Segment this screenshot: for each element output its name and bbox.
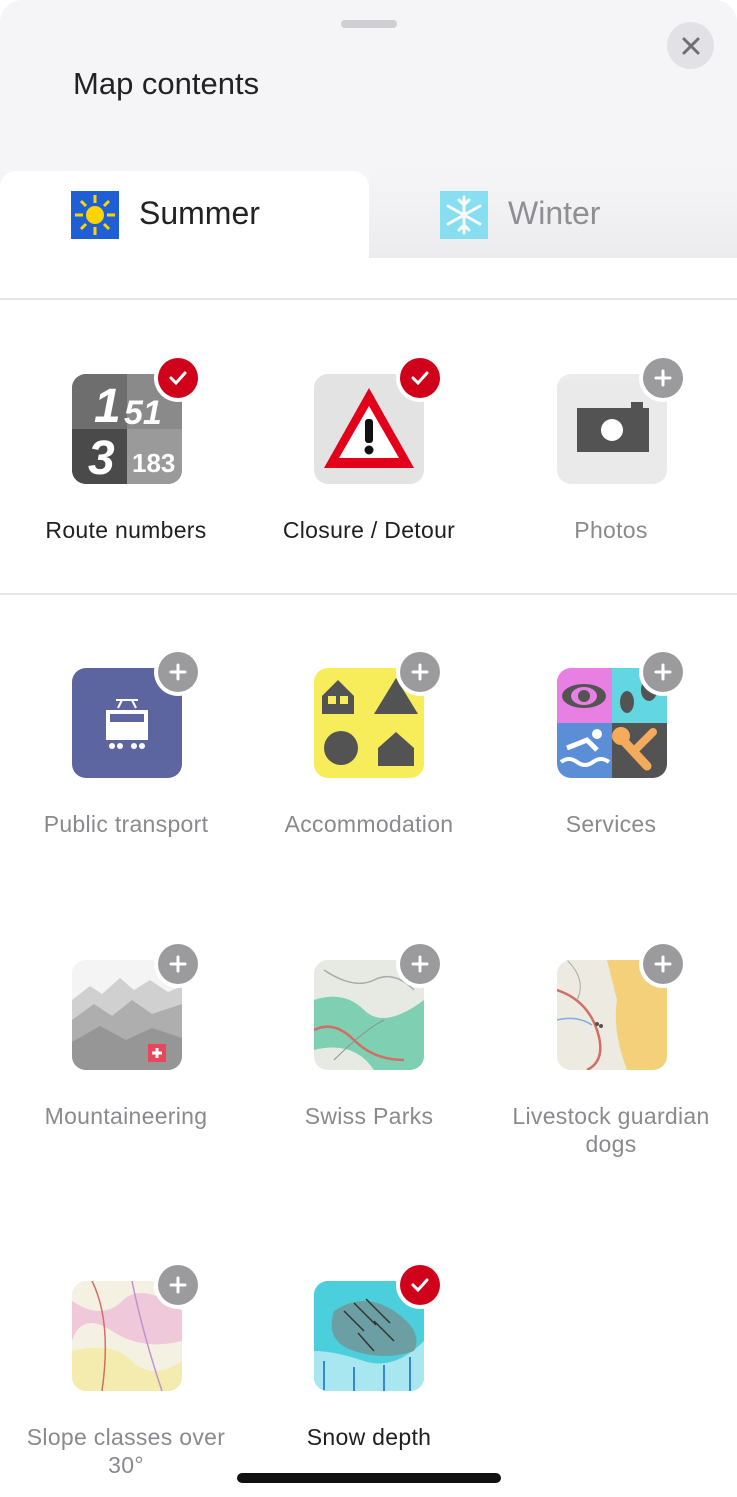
layer-label: Public transport [43,811,209,837]
add-layer-badge[interactable] [643,944,683,984]
layer-closure-detour[interactable]: Closure / Detour [249,358,489,554]
layer-photos[interactable]: Photos [491,358,731,554]
snowflake-icon [440,191,488,239]
tab-winter-label: Winter [508,195,601,231]
close-icon [682,37,699,54]
sheet-grabber[interactable] [341,20,397,28]
close-button[interactable] [667,22,714,69]
layer-label: Mountaineering [44,1103,208,1129]
divider [0,593,737,595]
layer-swiss-parks[interactable]: Swiss Parks [249,944,489,1160]
layer-snow-depth[interactable]: Snow depth [249,1265,489,1471]
svg-text:3: 3 [88,432,115,484]
layer-services[interactable]: Services [491,652,731,848]
layer-mountaineering[interactable]: Mountaineering [6,944,246,1160]
layer-livestock-guardian-dogs[interactable]: Livestock guardian dogs [491,944,731,1160]
sun-icon [71,191,119,239]
plus-icon [169,1276,187,1294]
add-layer-badge[interactable] [158,652,198,692]
add-layer-badge[interactable] [158,1265,198,1305]
plus-icon [654,369,672,387]
layer-label: Accommodation [284,811,454,837]
svg-text:1: 1 [94,380,121,433]
layer-label: Swiss Parks [304,1103,434,1129]
tab-summer[interactable]: Summer [0,171,369,258]
add-layer-badge[interactable] [643,358,683,398]
page-title: Map contents [73,66,260,101]
plus-icon [654,663,672,681]
checkmark-icon [169,371,187,386]
enabled-check-badge[interactable] [158,358,198,398]
layer-accommodation[interactable]: Accommodation [249,652,489,848]
layer-label: Services [565,811,657,837]
season-tabs: Summer Winter [0,171,737,258]
divider [0,298,737,300]
checkmark-icon [411,1278,429,1293]
svg-text:51: 51 [124,394,162,432]
layer-label: Livestock guardian dogs [512,1103,710,1157]
plus-icon [169,663,187,681]
add-layer-badge[interactable] [400,944,440,984]
tab-summer-label: Summer [139,195,260,231]
layer-label: Closure / Detour [282,517,456,543]
add-layer-badge[interactable] [158,944,198,984]
home-indicator[interactable] [237,1473,501,1483]
layer-label: Snow depth [306,1424,432,1450]
tab-winter[interactable]: Winter [369,171,737,258]
add-layer-badge[interactable] [643,652,683,692]
layer-label: Slope classes over 30° [26,1424,226,1478]
plus-icon [654,955,672,973]
add-layer-badge[interactable] [400,652,440,692]
enabled-check-badge[interactable] [400,358,440,398]
checkmark-icon [411,371,429,386]
plus-icon [411,955,429,973]
plus-icon [169,955,187,973]
plus-icon [411,663,429,681]
layer-route-numbers[interactable]: 1 51 3 183 Route numbers [6,358,246,554]
layer-label: Photos [574,517,648,543]
svg-text:183: 183 [132,448,175,478]
enabled-check-badge[interactable] [400,1265,440,1305]
layer-public-transport[interactable]: Public transport [6,652,246,848]
layer-label: Route numbers [45,517,207,543]
layer-slope-classes[interactable]: Slope classes over 30° [6,1265,246,1478]
